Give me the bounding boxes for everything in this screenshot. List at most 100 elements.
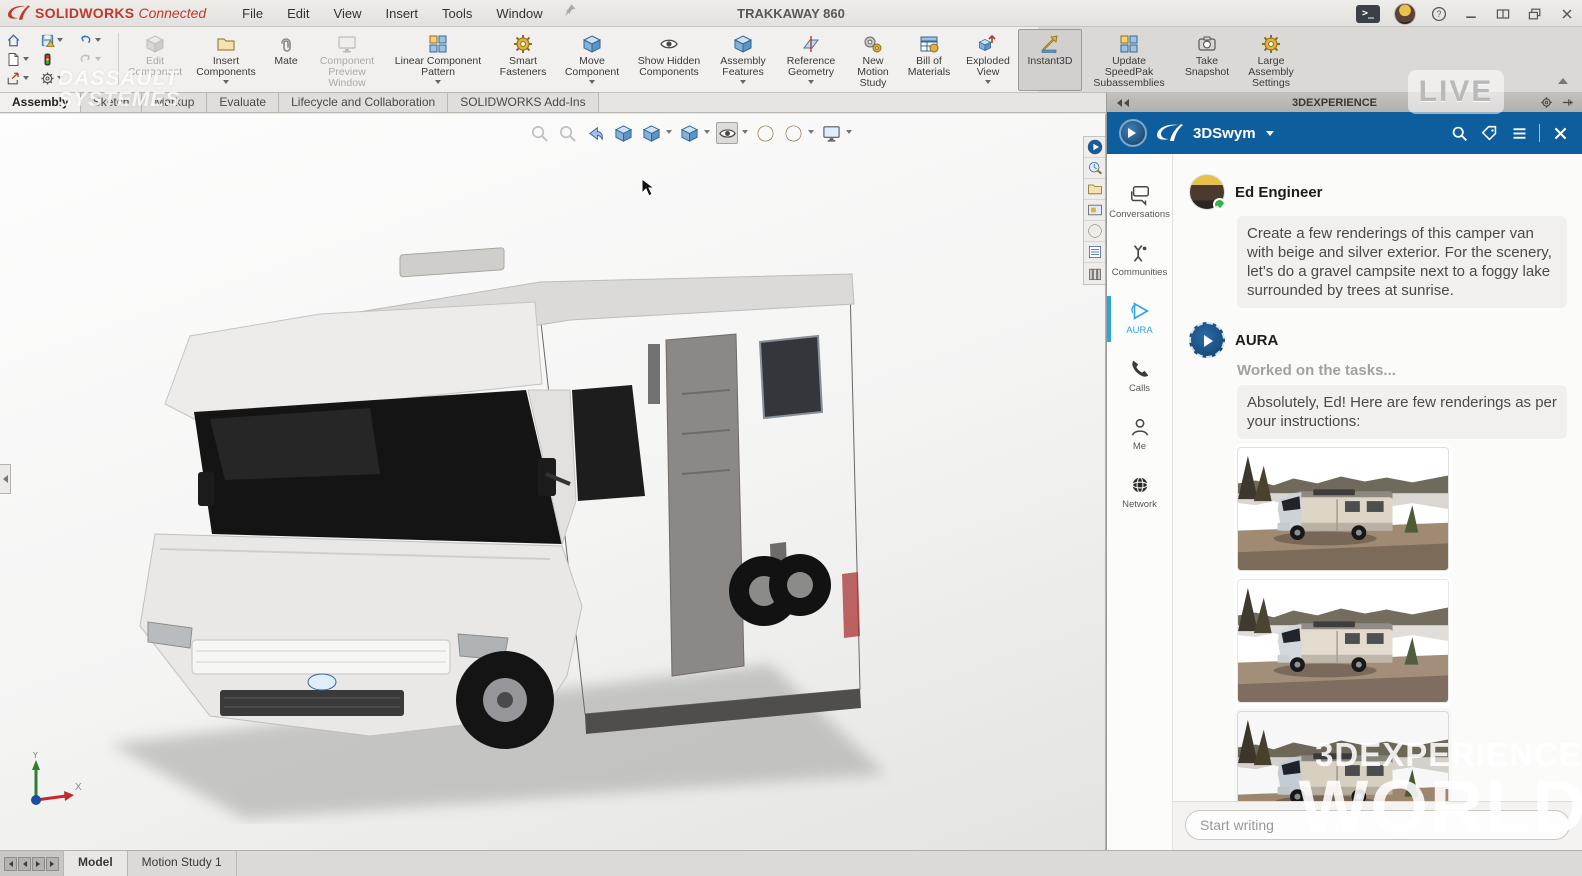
chat-message-input[interactable] (1185, 810, 1570, 840)
nav-aura[interactable]: AURA (1107, 296, 1172, 342)
reference-geometry-button[interactable]: Reference Geometry (776, 29, 846, 91)
aura-chat: Ed Engineer Create a few renderings of t… (1173, 154, 1582, 850)
panel-settings-gear-icon[interactable] (1540, 96, 1553, 109)
tab-assembly[interactable]: Assembly (0, 93, 81, 112)
large-assembly-settings-button[interactable]: Large Assembly Settings (1238, 29, 1304, 91)
first-tab-button[interactable] (4, 856, 17, 871)
nav-conversations[interactable]: Conversations (1107, 180, 1172, 224)
heads-up-view-toolbar (528, 122, 852, 144)
edit-appearance-icon[interactable] (754, 122, 776, 144)
move-component-button[interactable]: Move Component (556, 29, 628, 91)
appearances-icon[interactable] (1084, 221, 1105, 242)
tab-markup[interactable]: Markup (141, 92, 208, 112)
new-motion-study-button[interactable]: New Motion Study (846, 29, 900, 91)
design-library-icon[interactable] (1084, 158, 1105, 179)
pin-panel-icon[interactable] (1561, 96, 1574, 109)
aura-icon (1130, 302, 1149, 320)
tab-evaluate[interactable]: Evaluate (206, 92, 280, 112)
nav-calls[interactable]: Calls (1107, 354, 1172, 398)
take-snapshot-button[interactable]: Take Snapshot (1176, 29, 1238, 91)
view-settings-icon[interactable] (820, 122, 842, 144)
tab-solidworks-addins[interactable]: SOLIDWORKS Add-Ins (447, 92, 599, 112)
smart-fasteners-button[interactable]: Smart Fasteners (490, 29, 556, 91)
insert-components-button[interactable]: Insert Components (188, 29, 264, 91)
update-speedpak-subassemblies-button[interactable]: Update SpeedPak Subassemblies (1082, 29, 1176, 91)
camper-rendering-2[interactable] (1237, 579, 1449, 703)
new-document-button[interactable] (6, 52, 40, 67)
zoom-fit-icon[interactable] (528, 122, 550, 144)
3dswym-app-icon[interactable] (1119, 119, 1147, 147)
ed-engineer-avatar[interactable] (1189, 174, 1226, 211)
home-button[interactable] (6, 33, 40, 48)
aura-avatar[interactable] (1189, 322, 1225, 358)
bill-of-materials-button[interactable]: Bill of Materials (900, 29, 958, 91)
minimize-button[interactable] (1462, 6, 1480, 22)
search-icon[interactable] (1449, 123, 1469, 143)
split-window-button[interactable] (1494, 6, 1512, 22)
ribbon-collapse-chevron[interactable] (1558, 73, 1568, 84)
zoom-area-icon[interactable] (556, 122, 578, 144)
motion-study-tab[interactable]: Motion Study 1 (128, 851, 237, 876)
linear-component-pattern-button[interactable]: Linear Component Pattern (386, 29, 490, 91)
previous-tab-button[interactable] (18, 856, 31, 871)
menu-hamburger-icon[interactable] (1509, 123, 1529, 143)
display-style-icon[interactable] (678, 122, 700, 144)
panel-expand-handle[interactable] (0, 464, 11, 494)
view-palette-icon[interactable] (1084, 200, 1105, 221)
chat-messages[interactable]: Ed Engineer Create a few renderings of t… (1173, 154, 1582, 801)
section-view-icon[interactable] (612, 122, 634, 144)
restore-button[interactable] (1526, 6, 1544, 22)
mate-button[interactable]: Mate (264, 29, 308, 91)
user-avatar[interactable] (1394, 2, 1416, 25)
app-name[interactable]: 3DSwym (1193, 125, 1256, 142)
help-icon[interactable]: ? (1430, 6, 1448, 22)
close-panel-icon[interactable] (1550, 123, 1570, 143)
camper-van-3d-model[interactable] (70, 244, 950, 824)
exploded-view-button[interactable]: Exploded View (958, 29, 1018, 91)
nav-me[interactable]: Me (1107, 412, 1172, 456)
menu-tools[interactable]: Tools (432, 3, 482, 24)
last-tab-button[interactable] (46, 856, 59, 871)
menu-insert[interactable]: Insert (375, 3, 428, 24)
menu-window[interactable]: Window (486, 3, 552, 24)
model-tab[interactable]: Model (63, 851, 128, 876)
command-prompt-icon[interactable]: >_ (1356, 4, 1380, 23)
edit-component-button[interactable]: Edit Component (122, 29, 188, 91)
pin-menu-icon[interactable] (563, 3, 577, 17)
save-button[interactable] (40, 33, 78, 48)
rebuild-traffic-light-icon[interactable] (40, 52, 78, 67)
camper-rendering-1[interactable] (1237, 447, 1449, 571)
hide-show-items-icon[interactable] (716, 122, 738, 144)
redo-button[interactable] (78, 52, 114, 67)
close-button[interactable] (1558, 6, 1576, 22)
menu-view[interactable]: View (324, 3, 372, 24)
nav-communities[interactable]: Communities (1107, 238, 1172, 282)
tab-sketch[interactable]: Sketch (79, 92, 143, 112)
document-title: TRAKKAWAY 860 (737, 5, 845, 21)
custom-properties-icon[interactable] (1084, 242, 1105, 263)
assembly-features-button[interactable]: Assembly Features (710, 29, 776, 91)
menu-file[interactable]: File (232, 3, 273, 24)
bot-status: Worked on the tasks... (1237, 362, 1396, 379)
next-tab-button[interactable] (32, 856, 45, 871)
file-explorer-icon[interactable] (1084, 179, 1105, 200)
component-preview-window-button[interactable]: Component Preview Window (308, 29, 386, 91)
apply-scene-icon[interactable] (782, 122, 804, 144)
tab-lifecycle-collaboration[interactable]: Lifecycle and Collaboration (278, 92, 449, 112)
collapse-panel-icon[interactable] (1115, 98, 1129, 107)
toolbox-icon[interactable] (1084, 263, 1105, 284)
graphics-viewport[interactable]: Y X (0, 114, 1106, 850)
show-hidden-components-button[interactable]: Show Hidden Components (628, 29, 710, 91)
publish-button[interactable] (6, 71, 40, 86)
undo-button[interactable] (78, 33, 114, 48)
view-orientation-icon[interactable] (640, 122, 662, 144)
previous-view-icon[interactable] (584, 122, 606, 144)
instant3d-button[interactable]: Instant3D (1018, 29, 1082, 91)
aura-assistant-icon[interactable] (1084, 137, 1105, 158)
options-gear-button[interactable] (40, 71, 78, 86)
nav-network[interactable]: Network (1107, 470, 1172, 514)
menu-edit[interactable]: Edit (277, 3, 319, 24)
app-switcher-chevron-icon[interactable] (1265, 130, 1274, 140)
tag-icon[interactable] (1479, 123, 1499, 143)
camper-rendering-3[interactable] (1237, 711, 1449, 801)
